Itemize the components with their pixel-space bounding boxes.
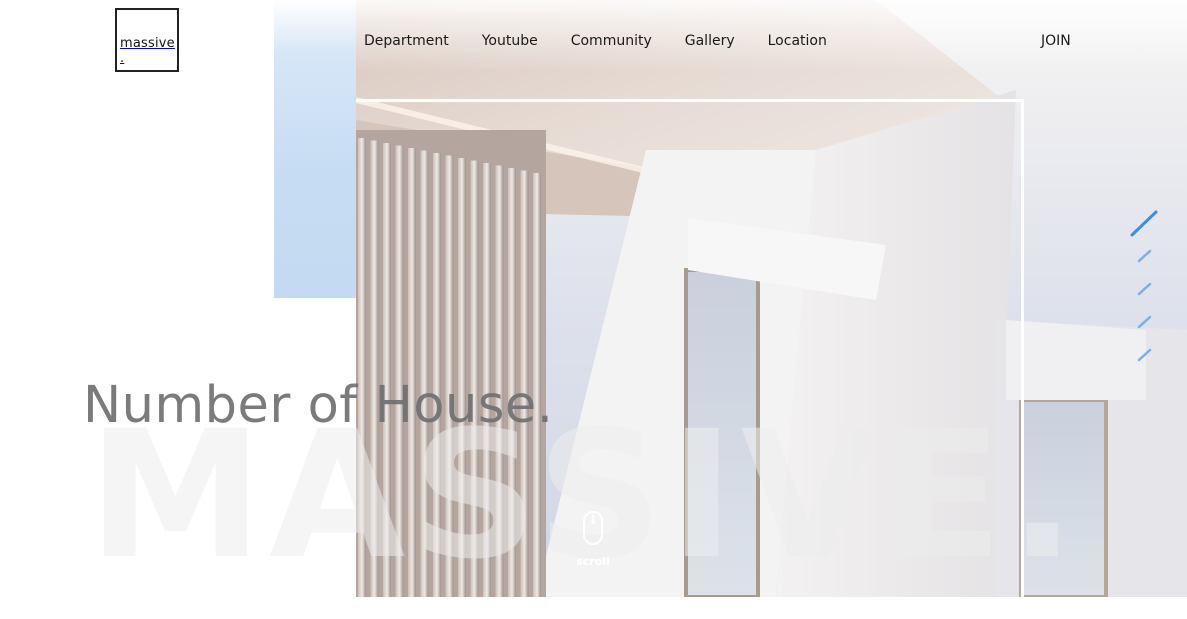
hero-headline: Number of House. bbox=[83, 376, 554, 435]
pager-dash-3[interactable] bbox=[1137, 282, 1152, 296]
pager-dash-5[interactable] bbox=[1137, 348, 1152, 362]
hero-image bbox=[356, 0, 1187, 597]
scroll-indicator[interactable]: scroll bbox=[576, 510, 610, 568]
slide-pager bbox=[1126, 208, 1166, 368]
logo[interactable]: massive . bbox=[115, 8, 179, 72]
join-link[interactable]: JOIN bbox=[1041, 33, 1071, 49]
pager-dash-4[interactable] bbox=[1137, 315, 1152, 329]
nav-item-community[interactable]: Community bbox=[571, 33, 652, 49]
nav-item-youtube[interactable]: Youtube bbox=[482, 33, 538, 49]
nav-item-gallery[interactable]: Gallery bbox=[685, 33, 735, 49]
logo-text: massive . bbox=[120, 36, 175, 66]
mouse-icon bbox=[583, 511, 603, 545]
building-illustration bbox=[356, 0, 1187, 597]
pager-dash-1[interactable] bbox=[1130, 210, 1158, 237]
main-nav: Department Youtube Community Gallery Loc… bbox=[364, 33, 860, 49]
nav-item-department[interactable]: Department bbox=[364, 33, 449, 49]
nav-item-location[interactable]: Location bbox=[768, 33, 827, 49]
pager-dash-2[interactable] bbox=[1137, 249, 1152, 263]
scroll-label: scroll bbox=[576, 555, 610, 568]
side-accent-block bbox=[274, 0, 364, 298]
